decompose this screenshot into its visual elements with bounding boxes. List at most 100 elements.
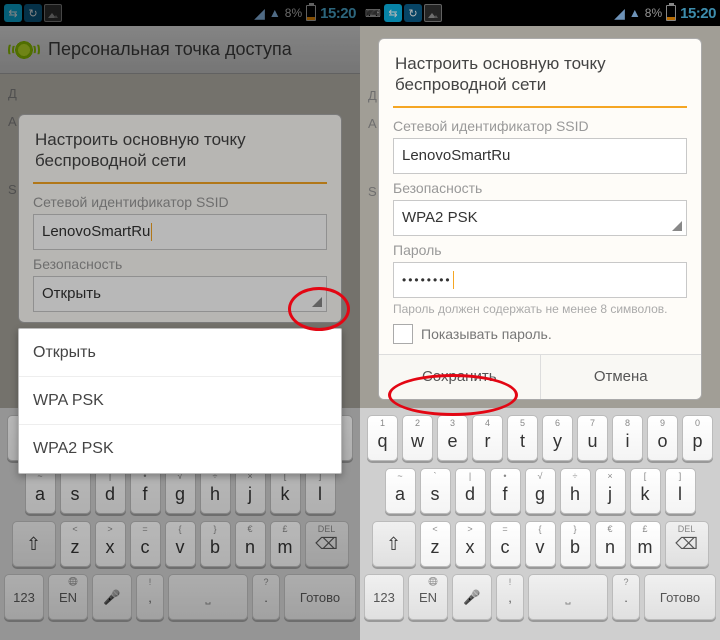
key-s[interactable]: `s [60, 468, 91, 514]
key-w[interactable]: 2w [402, 415, 433, 461]
key-b[interactable]: }b [200, 521, 231, 567]
key-b[interactable]: }b [560, 521, 591, 567]
bg-line: Д [8, 80, 352, 108]
key-u[interactable]: 7u [577, 415, 608, 461]
status-keyboard-icon: ⌨ [364, 4, 382, 22]
dropdown-item-wpa-psk[interactable]: WPA PSK [19, 377, 341, 425]
text-cursor [453, 271, 454, 289]
key-z[interactable]: <z [60, 521, 91, 567]
dropdown-item-open[interactable]: Открыть [19, 329, 341, 377]
key-g[interactable]: √g [165, 468, 196, 514]
key-space[interactable]: ⎵ [528, 574, 608, 620]
key-shift[interactable] [372, 521, 416, 567]
key-i[interactable]: 8i [612, 415, 643, 461]
key-[interactable]: ?. [612, 574, 640, 620]
key-j[interactable]: ×j [595, 468, 626, 514]
key-f[interactable]: •f [130, 468, 161, 514]
key-a[interactable]: ~a [25, 468, 56, 514]
key-k[interactable]: [k [630, 468, 661, 514]
key-s[interactable]: `s [420, 468, 451, 514]
key-x[interactable]: >x [455, 521, 486, 567]
soft-keyboard: 1q2w3e4r5t6y7u8i9o0p ~a`s|d•f√g÷h×j[k]l … [360, 408, 720, 640]
key-[interactable]: !, [136, 574, 164, 620]
signal-icon: ◢ [254, 5, 265, 22]
configure-hotspot-dialog: Настроить основную точку беспроводной се… [18, 114, 342, 323]
dropdown-item-wpa2-psk[interactable]: WPA2 PSK [19, 425, 341, 473]
dialog-title: Настроить основную точку беспроводной се… [393, 39, 687, 108]
cancel-button[interactable]: Отмена [541, 355, 702, 399]
key-e[interactable]: 3e [437, 415, 468, 461]
key-l[interactable]: ]l [305, 468, 336, 514]
dialog-title: Настроить основную точку беспроводной се… [33, 115, 327, 184]
key-m[interactable]: £m [270, 521, 301, 567]
key-o[interactable]: 9o [647, 415, 678, 461]
page-title: Персональная точка доступа [48, 39, 292, 60]
key-v[interactable]: {v [525, 521, 556, 567]
key-delete[interactable]: DEL [305, 521, 349, 567]
password-input[interactable]: •••••••• [393, 262, 687, 298]
key-t[interactable]: 5t [507, 415, 538, 461]
configure-hotspot-dialog: Настроить основную точку беспроводной се… [378, 38, 702, 400]
key-shift[interactable] [12, 521, 56, 567]
save-button[interactable]: Сохранить [379, 355, 541, 399]
key-mic[interactable] [452, 574, 492, 620]
status-sync-icon: ↻ [404, 4, 422, 22]
status-sync-icon: ↻ [24, 4, 42, 22]
key-mic[interactable] [92, 574, 132, 620]
kb-row-4: 123EN!,⎵?.Готово [4, 574, 356, 620]
key-f[interactable]: •f [490, 468, 521, 514]
key-a[interactable]: ~a [385, 468, 416, 514]
text-cursor [151, 223, 152, 241]
key-n[interactable]: €n [595, 521, 626, 567]
show-password-row[interactable]: Показывать пароль. [393, 324, 687, 344]
key-v[interactable]: {v [165, 521, 196, 567]
key-h[interactable]: ÷h [560, 468, 591, 514]
key-d[interactable]: |d [455, 468, 486, 514]
security-select[interactable]: WPA2 PSK [393, 200, 687, 236]
key-p[interactable]: 0p [682, 415, 713, 461]
key-done[interactable]: Готово [284, 574, 356, 620]
ssid-input[interactable]: LenovoSmartRu [33, 214, 327, 250]
key-d[interactable]: |d [95, 468, 126, 514]
key-l[interactable]: ]l [665, 468, 696, 514]
key-n[interactable]: €n [235, 521, 266, 567]
key-q[interactable]: 1q [367, 415, 398, 461]
key-x[interactable]: >x [95, 521, 126, 567]
key-z[interactable]: <z [420, 521, 451, 567]
key-done[interactable]: Готово [644, 574, 716, 620]
key-[interactable]: ?. [252, 574, 280, 620]
battery-percent: 8% [285, 6, 302, 20]
key-h[interactable]: ÷h [200, 468, 231, 514]
battery-icon [306, 5, 316, 21]
kb-row-2: ~a`s|d•f√g÷h×j[k]l [4, 468, 356, 514]
ssid-value: LenovoSmartRu [402, 147, 510, 164]
hotspot-icon [10, 36, 38, 64]
key-space[interactable]: ⎵ [168, 574, 248, 620]
key-c[interactable]: =c [130, 521, 161, 567]
security-select[interactable]: Открыть [33, 276, 327, 312]
ssid-label: Сетевой идентификатор SSID [393, 118, 687, 134]
key-language[interactable]: EN [408, 574, 448, 620]
dialog-buttons: Сохранить Отмена [379, 354, 701, 399]
key-k[interactable]: [k [270, 468, 301, 514]
kb-row-4: 123EN!,⎵?.Готово [364, 574, 716, 620]
key-numbers[interactable]: 123 [364, 574, 404, 620]
key-y[interactable]: 6y [542, 415, 573, 461]
key-r[interactable]: 4r [472, 415, 503, 461]
key-delete[interactable]: DEL [665, 521, 709, 567]
key-j[interactable]: ×j [235, 468, 266, 514]
show-password-checkbox[interactable] [393, 324, 413, 344]
battery-icon [666, 5, 676, 21]
ssid-label: Сетевой идентификатор SSID [33, 194, 327, 210]
key-[interactable]: !, [496, 574, 524, 620]
ssid-input[interactable]: LenovoSmartRu [393, 138, 687, 174]
key-numbers[interactable]: 123 [4, 574, 44, 620]
status-wifi-toggle-icon: ⇆ [4, 4, 22, 22]
key-language[interactable]: EN [48, 574, 88, 620]
security-value: WPA2 PSK [402, 209, 478, 226]
key-m[interactable]: £m [630, 521, 661, 567]
signal-icon: ◢ [614, 5, 625, 22]
key-c[interactable]: =c [490, 521, 521, 567]
key-g[interactable]: √g [525, 468, 556, 514]
status-bar: ⇆ ↻ ◢ ▲ 8% 15:20 [0, 0, 360, 26]
